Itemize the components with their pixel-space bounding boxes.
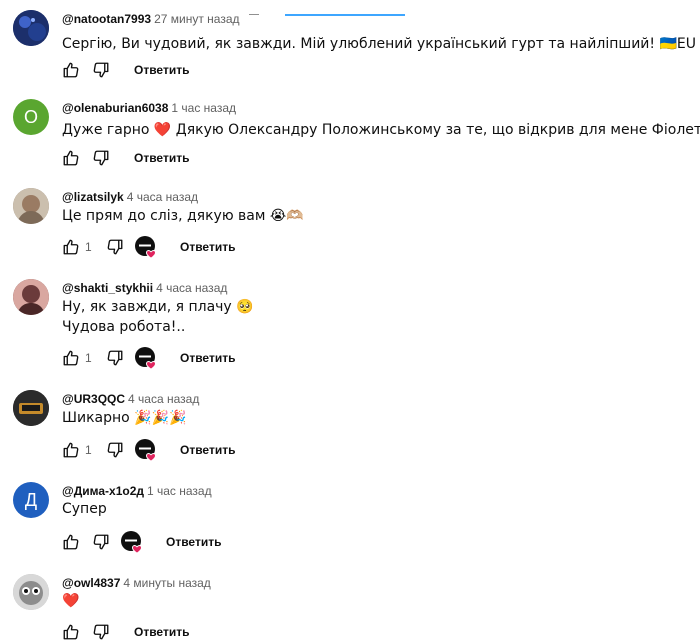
author-name[interactable]: @UR3QQC <box>62 392 125 406</box>
dislike-button[interactable] <box>92 60 110 80</box>
thumb-up-icon <box>63 442 79 458</box>
avatar[interactable] <box>13 10 49 46</box>
dislike-button[interactable] <box>106 237 124 257</box>
comment-time[interactable]: 4 часа назад <box>128 392 199 406</box>
comment-time[interactable]: 1 час назад <box>171 101 236 115</box>
comment-text: Шикарно 🎉🎉🎉 <box>62 410 187 426</box>
reply-button[interactable]: Ответить <box>180 351 235 365</box>
dislike-button[interactable] <box>92 148 110 168</box>
like-button[interactable] <box>62 348 80 368</box>
thumb-up-icon <box>63 534 79 550</box>
avatar[interactable]: O <box>13 99 49 135</box>
reply-button[interactable]: Ответить <box>166 535 221 549</box>
thumb-down-icon <box>93 624 109 640</box>
creator-heart-icon <box>120 530 144 554</box>
like-count: 1 <box>85 240 92 254</box>
comment-header: @shakti_stykhii 4 часа назад <box>62 281 227 295</box>
comment-text: Супер <box>62 501 107 517</box>
author-name[interactable]: @owl4837 <box>62 576 120 590</box>
comment-time[interactable]: 4 минуты назад <box>123 576 210 590</box>
avatar[interactable] <box>13 188 49 224</box>
comment-header: @natootan7993 27 минут назад <box>62 12 240 26</box>
reply-button[interactable]: Ответить <box>134 63 189 77</box>
loading-bar <box>285 14 405 16</box>
avatar[interactable]: Д <box>13 482 49 518</box>
comment-text: Дуже гарно ❤️ Дякую Олександру Положинсь… <box>62 122 700 138</box>
like-count: 1 <box>85 443 92 457</box>
like-button[interactable] <box>62 60 80 80</box>
comment-time[interactable]: 1 час назад <box>147 484 212 498</box>
like-count: 1 <box>85 351 92 365</box>
author-name[interactable]: @olenaburian6038 <box>62 101 168 115</box>
comment-header: @olenaburian6038 1 час назад <box>62 101 236 115</box>
avatar[interactable] <box>13 574 49 610</box>
comment-text: Це прям до сліз, дякую вам 😭🫶🏼 <box>62 208 304 224</box>
dislike-button[interactable] <box>106 348 124 368</box>
comment-header: @lizatsilyk 4 часа назад <box>62 190 198 204</box>
divider-dash <box>249 14 259 15</box>
thumb-up-icon <box>63 350 79 366</box>
reply-button[interactable]: Ответить <box>180 240 235 254</box>
author-name[interactable]: @lizatsilyk <box>62 190 124 204</box>
thumb-down-icon <box>93 62 109 78</box>
creator-heart-icon <box>134 235 158 259</box>
comment-header: @owl4837 4 минуты назад <box>62 576 211 590</box>
avatar[interactable] <box>13 279 49 315</box>
comment-header: @UR3QQC 4 часа назад <box>62 392 199 406</box>
comment-time[interactable]: 4 часа назад <box>156 281 227 295</box>
thumb-down-icon <box>107 239 123 255</box>
comment-text: ❤️ <box>62 593 80 609</box>
thumb-down-icon <box>93 150 109 166</box>
thumb-up-icon <box>63 62 79 78</box>
reply-button[interactable]: Ответить <box>180 443 235 457</box>
comment-text: Сергію, Ви чудовий, як завжди. Мій улюбл… <box>62 36 696 52</box>
like-button[interactable] <box>62 237 80 257</box>
thumb-down-icon <box>93 534 109 550</box>
comment-text: Ну, як завжди, я плачу 🥺 <box>62 299 254 315</box>
avatar[interactable] <box>13 390 49 426</box>
thumb-up-icon <box>63 150 79 166</box>
creator-heart-icon <box>134 438 158 462</box>
reply-button[interactable]: Ответить <box>134 151 189 165</box>
dislike-button[interactable] <box>92 532 110 552</box>
thumb-up-icon <box>63 624 79 640</box>
avatar-letter: O <box>23 106 38 127</box>
thumb-up-icon <box>63 239 79 255</box>
comment-time[interactable]: 27 минут назад <box>154 12 239 26</box>
reply-button[interactable]: Ответить <box>134 625 189 639</box>
like-button[interactable] <box>62 148 80 168</box>
dislike-button[interactable] <box>106 440 124 460</box>
author-name[interactable]: @shakti_stykhii <box>62 281 153 295</box>
creator-heart-icon <box>134 346 158 370</box>
dislike-button[interactable] <box>92 622 110 642</box>
like-button[interactable] <box>62 440 80 460</box>
comment-time[interactable]: 4 часа назад <box>127 190 198 204</box>
like-button[interactable] <box>62 532 80 552</box>
thumb-down-icon <box>107 350 123 366</box>
author-name[interactable]: @Дима-х1о2д <box>62 484 144 498</box>
comment-header: @Дима-х1о2д 1 час назад <box>62 484 212 498</box>
avatar-letter: Д <box>24 489 38 510</box>
comment-text: Чудова робота!.. <box>62 319 186 335</box>
thumb-down-icon <box>107 442 123 458</box>
like-button[interactable] <box>62 622 80 642</box>
author-name[interactable]: @natootan7993 <box>62 12 151 26</box>
